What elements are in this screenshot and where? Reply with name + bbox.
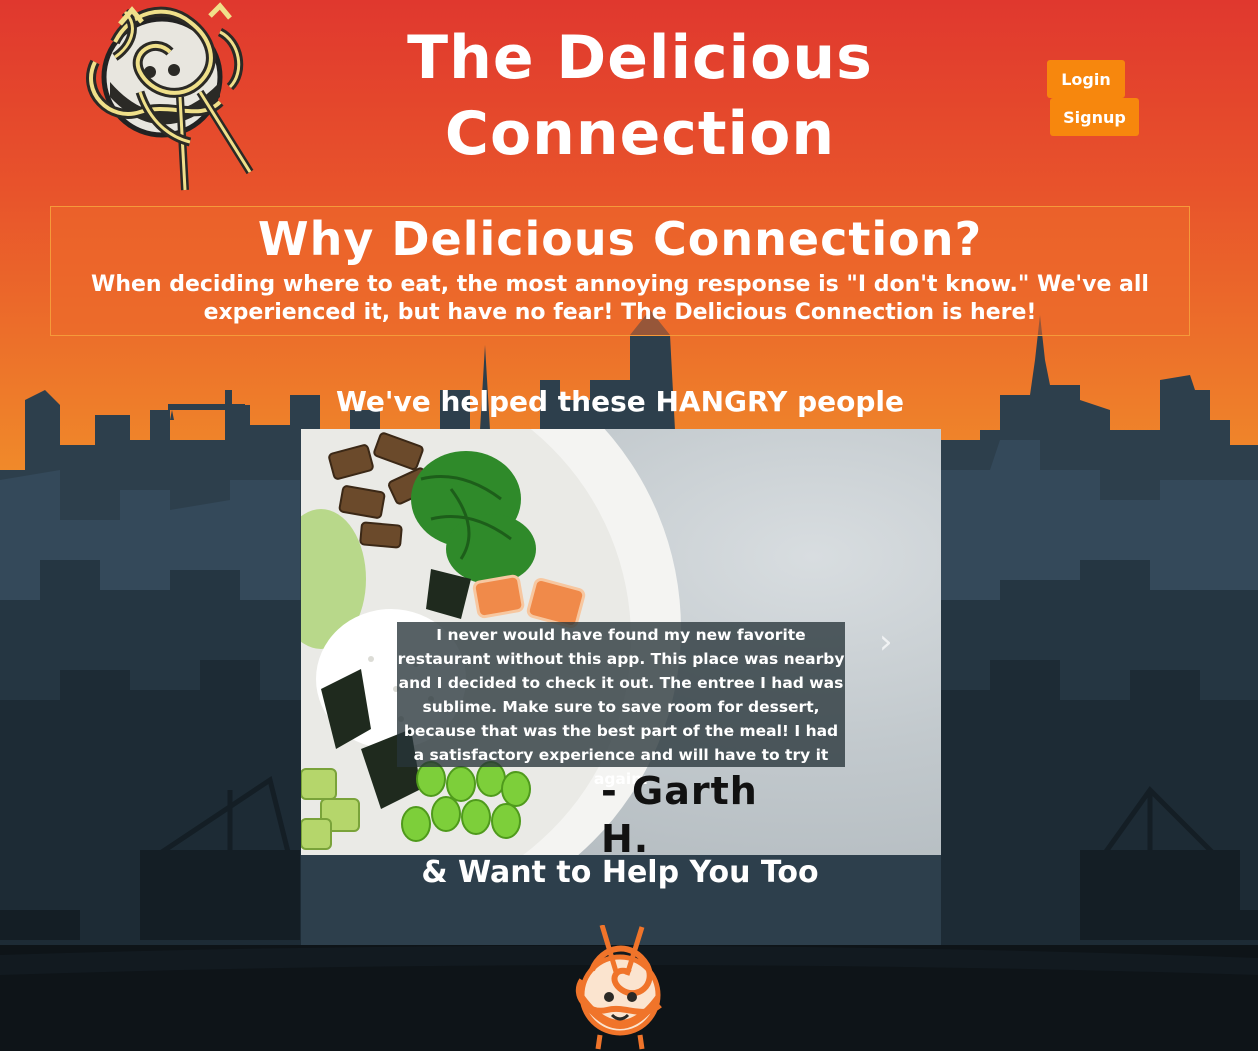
testimonial-author: - Garth H. — [601, 769, 758, 855]
why-description: When deciding where to eat, the most ann… — [91, 272, 1149, 325]
login-button[interactable]: Login — [1047, 60, 1125, 98]
signup-button[interactable]: Signup — [1050, 98, 1139, 136]
testimonial-quote: I never would have found my new favorite… — [397, 622, 845, 788]
testimonial-carousel[interactable]: I never would have found my new favorite… — [301, 429, 941, 855]
why-section: Why Delicious Connection? When deciding … — [50, 206, 1190, 336]
site-title-line1: The Delicious — [407, 23, 873, 93]
help-heading: & Want to Help You Too — [421, 855, 819, 890]
testimonials-heading: We've helped these HANGRY people — [336, 385, 904, 418]
site-title-line2: Connection — [444, 99, 836, 169]
why-heading: Why Delicious Connection? — [257, 212, 983, 266]
chevron-right-icon[interactable]: › — [879, 625, 893, 659]
noodle-bowl-logo-icon — [86, 2, 254, 191]
noodle-bowl-mascot-icon — [575, 925, 662, 1050]
site-title: The Delicious Connection — [330, 20, 950, 172]
